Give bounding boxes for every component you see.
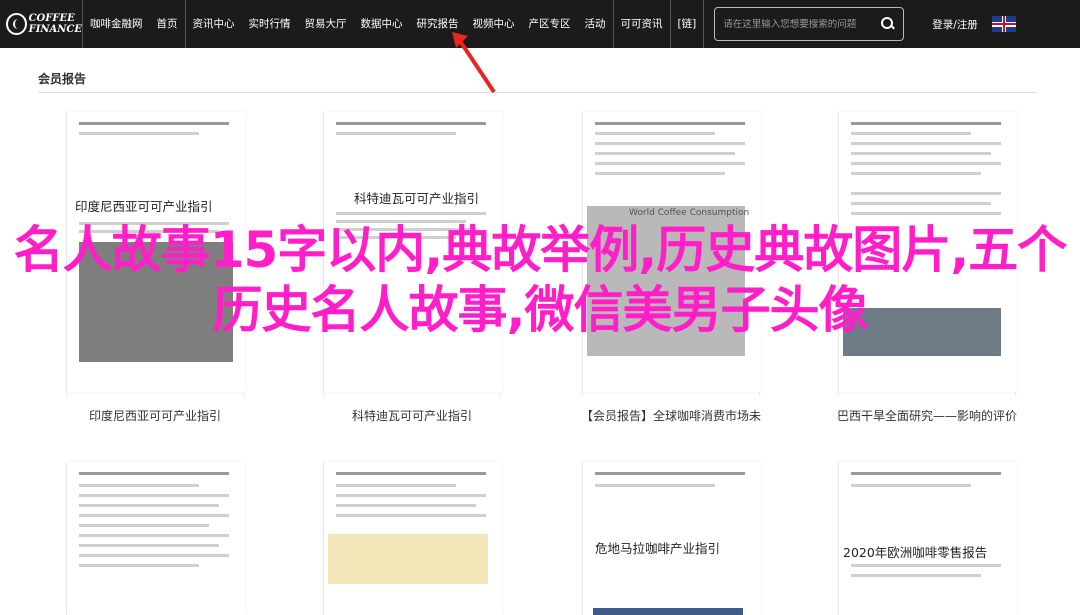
report-caption[interactable]: 印度尼西亚可可产业指引	[66, 407, 244, 424]
nav-item-origin[interactable]: 产区专区	[522, 0, 578, 48]
report-card[interactable]	[323, 462, 502, 615]
nav-item-home[interactable]: 首页	[150, 0, 185, 48]
report-thumbnail-title: World Coffee Consumption	[629, 208, 750, 218]
arrow-head	[452, 32, 468, 48]
search-icon[interactable]	[881, 17, 895, 31]
overlay-headline: 名人故事15字以内,典故举例,历史典故图片,五个历史名人故事,微信美男子头像	[13, 221, 1068, 339]
nav-item-quotes[interactable]: 实时行情	[242, 0, 298, 48]
search-input[interactable]	[723, 18, 882, 30]
login-register-link[interactable]: 登录/注册	[932, 17, 978, 32]
report-thumbnail[interactable]	[67, 462, 245, 615]
nav-divider	[703, 0, 705, 48]
site-logo[interactable]: COFFEE FINANCE	[0, 0, 82, 48]
arrow-shaft	[456, 36, 496, 94]
search-box	[714, 7, 905, 41]
annotation-arrow-icon	[452, 32, 496, 94]
nav-item-data[interactable]: 数据中心	[354, 0, 410, 48]
nav-item-cocoa[interactable]: 可可资讯	[614, 0, 670, 48]
report-thumbnail-title: 印度尼西亚可可产业指引	[75, 199, 213, 214]
section-divider	[38, 92, 1036, 93]
report-caption[interactable]: 科特迪瓦可可产业指引	[323, 407, 501, 424]
report-thumbnail-title: 危地马拉咖啡产业指引	[595, 541, 721, 556]
english-flag-icon[interactable]	[991, 16, 1016, 32]
section-title: 会员报告	[38, 72, 87, 86]
report-thumbnail[interactable]: 2020年欧洲咖啡零售报告	[839, 462, 1017, 615]
top-navigation-bar: COFFEE FINANCE 咖啡金融网 首页 资讯中心 实时行情 贸易大厅 数…	[0, 0, 1080, 48]
coffee-cup-icon	[6, 13, 27, 35]
report-card[interactable]: 危地马拉咖啡产业指引	[582, 462, 761, 615]
report-card[interactable]	[66, 462, 245, 615]
main-nav: 咖啡金融网 首页 资讯中心 实时行情 贸易大厅 数据中心 研究报告 视频中心 产…	[82, 0, 705, 48]
nav-item-news[interactable]: 资讯中心	[186, 0, 242, 48]
nav-item-coffee-finance[interactable]: 咖啡金融网	[83, 0, 150, 48]
nav-item-trade[interactable]: 贸易大厅	[298, 0, 354, 48]
report-caption[interactable]: 【会员报告】全球咖啡消费市场未	[572, 407, 770, 424]
report-caption[interactable]: 巴西干旱全面研究——影响的评价	[828, 407, 1026, 424]
report-thumbnail[interactable]: 危地马拉咖啡产业指引	[583, 462, 761, 615]
report-thumbnail-title: 科特迪瓦可可产业指引	[354, 191, 480, 206]
report-thumbnail-title: 2020年欧洲咖啡零售报告	[843, 545, 988, 560]
report-card[interactable]: 2020年欧洲咖啡零售报告	[838, 462, 1017, 615]
report-thumbnail[interactable]	[324, 462, 502, 615]
nav-item-chain[interactable]: [链]	[671, 0, 704, 48]
nav-item-events[interactable]: 活动	[578, 0, 613, 48]
